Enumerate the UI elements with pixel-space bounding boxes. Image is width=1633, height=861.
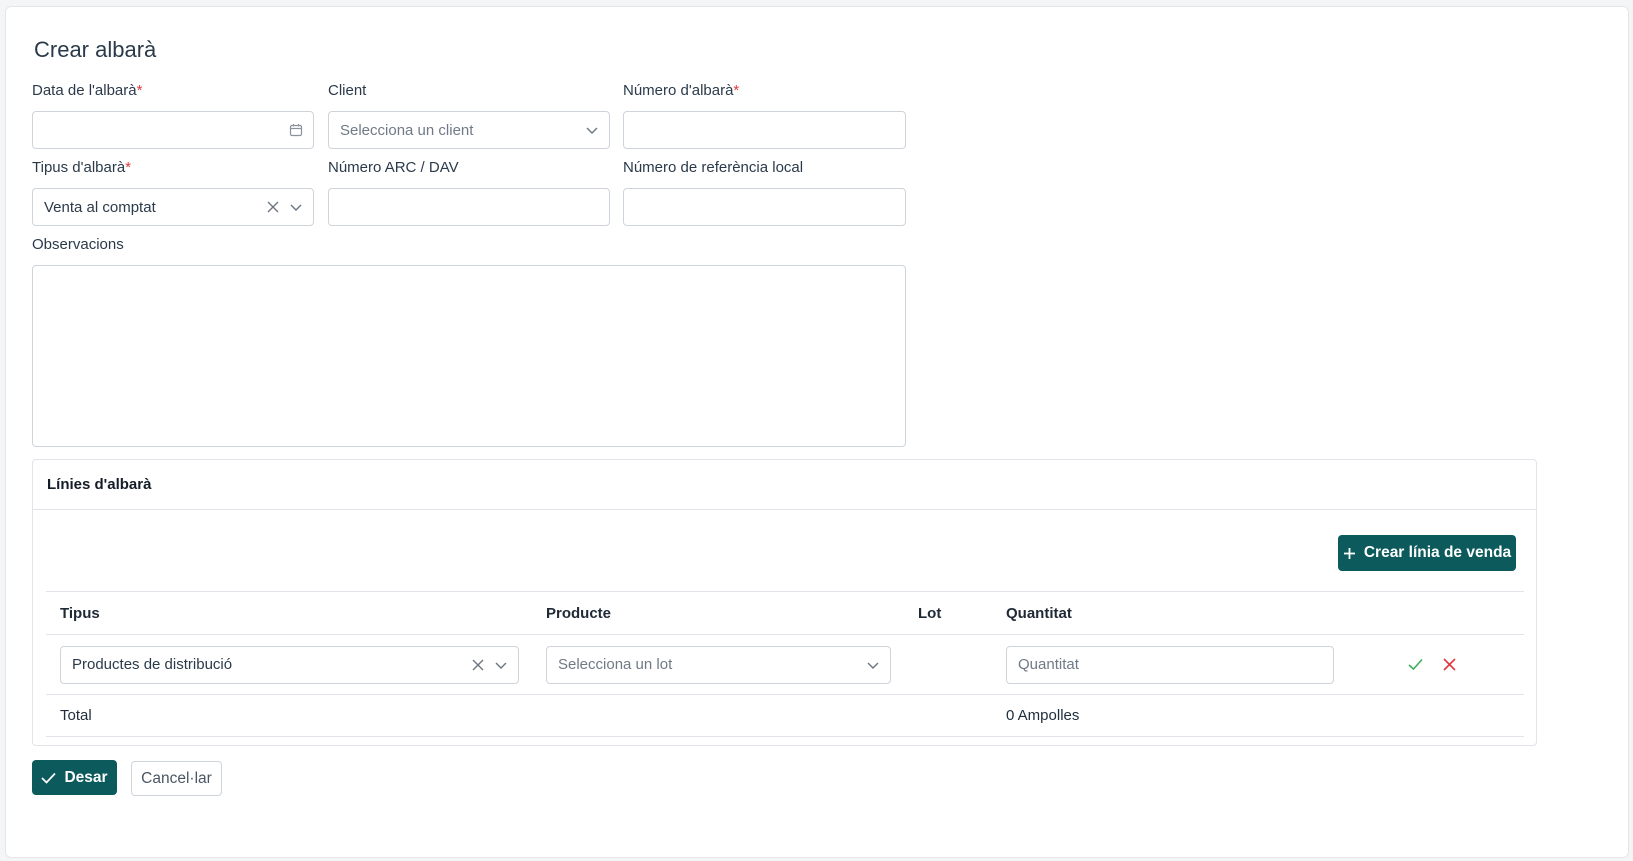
clear-icon[interactable]: [472, 659, 484, 671]
plus-icon: [1343, 547, 1356, 560]
client-select[interactable]: Selecciona un client: [328, 111, 610, 149]
col-tipus: Tipus: [60, 604, 100, 622]
local-ref-label: Número de referència local: [623, 159, 804, 176]
type-field-group: Tipus d'albarà* Venta al comptat: [32, 158, 314, 226]
page-title: Crear albarà: [34, 37, 157, 62]
client-label: Client: [328, 82, 367, 99]
close-icon[interactable]: [1443, 658, 1456, 671]
arc-label: Número ARC / DAV: [328, 159, 459, 176]
col-quantitat: Quantitat: [1006, 604, 1072, 622]
line-product-select[interactable]: Selecciona un lot: [546, 645, 891, 684]
local-ref-input[interactable]: [623, 188, 906, 226]
row-type-cell: Productes de distribució: [60, 635, 519, 694]
chevron-down-icon[interactable]: [289, 200, 303, 214]
check-icon: [41, 772, 57, 784]
line-quantity-input[interactable]: Quantitat: [1006, 645, 1334, 684]
cancel-button[interactable]: Cancel·lar: [131, 761, 222, 796]
number-label: Número d'albarà*: [623, 82, 740, 99]
lines-table: Tipus Producte Lot Quantitat Productes d…: [46, 591, 1524, 737]
col-lot: Lot: [918, 604, 942, 622]
lines-panel-title: Línies d'albarà: [33, 460, 1536, 510]
create-line-button[interactable]: Crear línia de venda: [1338, 535, 1516, 571]
clear-icon[interactable]: [267, 201, 279, 213]
table-header-row: Tipus Producte Lot Quantitat: [46, 591, 1524, 634]
date-input[interactable]: [32, 111, 314, 149]
client-field-group: Client Selecciona un client: [328, 81, 610, 149]
type-label: Tipus d'albarà*: [32, 159, 132, 176]
row-quantity-cell: Quantitat: [1006, 635, 1334, 694]
arc-input[interactable]: [328, 188, 610, 226]
table-row: Productes de distribució Selecciona un l…: [46, 634, 1524, 694]
date-label: Data de l'albarà*: [32, 82, 143, 99]
type-select[interactable]: Venta al comptat: [32, 188, 314, 226]
row-product-cell: Selecciona un lot: [546, 635, 891, 694]
calendar-icon[interactable]: [289, 123, 303, 137]
lines-panel: Línies d'albarà Crear línia de venda Tip…: [32, 459, 1537, 746]
number-input[interactable]: [623, 111, 906, 149]
row-actions: [1408, 635, 1456, 694]
total-value: 0 Ampolles: [1006, 707, 1080, 724]
check-icon[interactable]: [1408, 658, 1423, 671]
save-button[interactable]: Desar: [32, 760, 117, 795]
chevron-down-icon[interactable]: [494, 658, 508, 672]
observations-field-group: Observacions: [32, 235, 906, 447]
col-producte: Producte: [546, 604, 612, 622]
chevron-down-icon[interactable]: [866, 658, 880, 672]
line-type-select[interactable]: Productes de distribució: [60, 645, 519, 684]
number-field-group: Número d'albarà*: [623, 81, 906, 149]
observations-textarea[interactable]: [32, 265, 906, 447]
observations-label: Observacions: [32, 236, 124, 253]
arc-field-group: Número ARC / DAV: [328, 158, 610, 226]
total-label: Total: [60, 707, 92, 724]
local-ref-field-group: Número de referència local: [623, 158, 906, 226]
chevron-down-icon[interactable]: [585, 123, 599, 137]
date-field-group: Data de l'albarà*: [32, 81, 314, 149]
table-total-row: Total 0 Ampolles: [46, 694, 1524, 737]
